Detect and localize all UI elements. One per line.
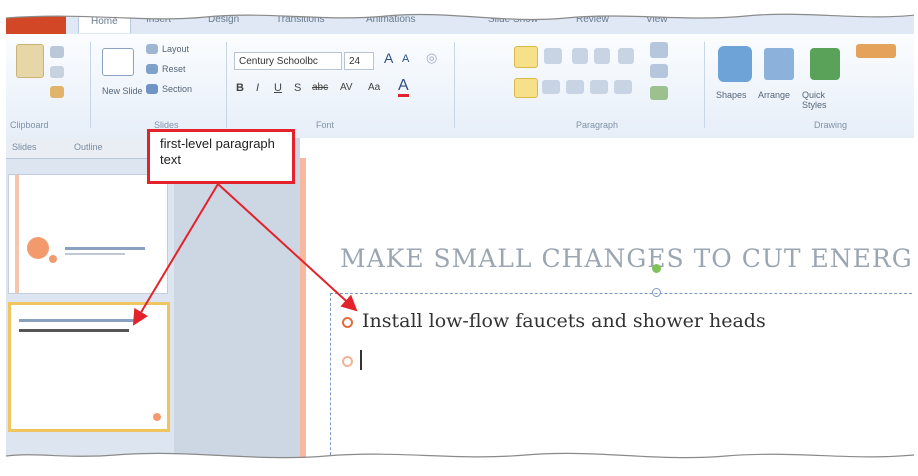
paste-icon[interactable] <box>16 44 44 78</box>
shapes-icon[interactable] <box>718 46 752 82</box>
shrink-font-icon[interactable]: A <box>402 53 409 65</box>
thumbnail-title-line <box>19 319 139 322</box>
tab-home[interactable]: Home <box>78 10 131 33</box>
ribbon-tab-bar: Home Insert Design Transitions Animation… <box>6 8 914 35</box>
shadow-icon[interactable]: S <box>294 82 301 94</box>
font-name-value: Century Schoolbc <box>239 56 318 67</box>
ribbon: Clipboard New Slide Layout Reset Section… <box>6 34 914 139</box>
second-bullet-icon <box>342 356 353 367</box>
section-button[interactable]: Section <box>162 84 192 94</box>
slides-panel: Slides Outline × <box>6 138 174 466</box>
powerpoint-window: Home Insert Design Transitions Animation… <box>6 8 914 466</box>
font-size-box[interactable]: 24 <box>344 52 374 70</box>
arrange-button[interactable]: Arrange <box>758 90 790 100</box>
thumbnail-accent <box>15 175 19 293</box>
thumbnail-circle <box>27 237 49 259</box>
align-text-icon[interactable] <box>650 64 668 78</box>
quick-styles-icon[interactable] <box>810 48 840 80</box>
tab-insert[interactable]: Insert <box>146 14 171 25</box>
decrease-indent-icon[interactable] <box>572 48 588 64</box>
layout-icon <box>146 44 158 54</box>
thumbnail-body-line <box>19 329 129 332</box>
italic-icon[interactable]: I <box>256 82 259 94</box>
panel-splitter[interactable] <box>174 138 300 466</box>
justify-icon[interactable] <box>590 80 608 94</box>
group-divider <box>90 42 91 128</box>
section-icon <box>146 84 158 94</box>
thumbnail-title-line <box>65 247 145 250</box>
slide-canvas[interactable]: MAKE SMALL CHANGES TO CUT ENERG Install … <box>300 138 914 466</box>
tab-slide-show[interactable]: Slide Show <box>488 14 538 25</box>
tab-review[interactable]: Review <box>576 14 609 25</box>
drawing-group-label: Drawing <box>814 120 848 130</box>
tab-transitions[interactable]: Transitions <box>276 14 325 25</box>
cut-icon[interactable] <box>50 46 64 58</box>
first-level-paragraph[interactable]: Install low-flow faucets and shower head… <box>362 310 766 332</box>
layout-button[interactable]: Layout <box>162 44 189 54</box>
font-color-icon[interactable]: A <box>398 78 409 97</box>
shape-fill-icon[interactable] <box>856 44 896 58</box>
font-group-label: Font <box>316 120 335 130</box>
group-divider <box>226 42 227 128</box>
arrange-icon[interactable] <box>764 48 794 80</box>
numbering-icon[interactable] <box>544 48 562 64</box>
clipboard-group-label: Clipboard <box>10 120 49 130</box>
tab-animations[interactable]: Animations <box>366 14 415 25</box>
change-case-icon[interactable]: Aa <box>368 82 380 93</box>
reset-button[interactable]: Reset <box>162 64 186 74</box>
text-direction-icon[interactable] <box>650 42 668 58</box>
new-slide-icon[interactable] <box>102 48 134 76</box>
callout-text: first-level paragraph text <box>160 136 275 167</box>
quick-styles-button[interactable]: Quick Styles <box>802 90 850 110</box>
format-painter-icon[interactable] <box>50 86 64 98</box>
character-spacing-icon[interactable]: AV <box>340 82 353 93</box>
font-name-box[interactable]: Century Schoolbc <box>234 52 342 70</box>
group-divider <box>454 42 455 128</box>
align-center-icon[interactable] <box>542 80 560 94</box>
shapes-button[interactable]: Shapes <box>716 90 747 100</box>
bullets-icon[interactable] <box>514 46 538 68</box>
font-size-value: 24 <box>349 56 361 67</box>
paragraph-group-label: Paragraph <box>576 120 619 130</box>
underline-icon[interactable]: U <box>274 82 282 94</box>
slide-thumbnail-2[interactable] <box>8 302 170 432</box>
increase-indent-icon[interactable] <box>594 48 610 64</box>
reset-icon <box>146 64 158 74</box>
first-bullet-icon <box>342 317 353 328</box>
new-slide-button[interactable]: New Slide <box>102 86 143 96</box>
tab-slides[interactable]: Slides <box>12 142 37 152</box>
thumbnail-dot <box>153 413 161 421</box>
slide-title[interactable]: MAKE SMALL CHANGES TO CUT ENERG <box>340 244 913 273</box>
grow-font-icon[interactable]: A <box>384 50 393 66</box>
rotation-handle[interactable] <box>652 264 661 273</box>
thumbnail-dot <box>49 255 57 263</box>
copy-icon[interactable] <box>50 66 64 78</box>
slide-thumbnail-1[interactable] <box>8 174 168 294</box>
slide-accent-bar <box>300 158 306 466</box>
tab-design[interactable]: Design <box>208 14 239 25</box>
callout-box: first-level paragraph text <box>147 129 295 184</box>
tab-outline[interactable]: Outline <box>74 142 103 152</box>
align-left-icon[interactable] <box>514 78 538 98</box>
tab-view[interactable]: View <box>646 14 668 25</box>
bold-icon[interactable]: B <box>236 82 244 94</box>
align-right-icon[interactable] <box>566 80 584 94</box>
group-divider <box>704 42 705 128</box>
strikethrough-icon[interactable]: abc <box>312 82 328 93</box>
thumbnail-subtitle-line <box>65 253 125 255</box>
clear-formatting-icon[interactable]: ◎ <box>426 50 437 66</box>
line-spacing-icon[interactable] <box>618 48 634 64</box>
file-tab[interactable] <box>6 8 66 34</box>
columns-icon[interactable] <box>614 80 632 94</box>
insertion-point <box>360 350 362 370</box>
smartart-icon[interactable] <box>650 86 668 100</box>
